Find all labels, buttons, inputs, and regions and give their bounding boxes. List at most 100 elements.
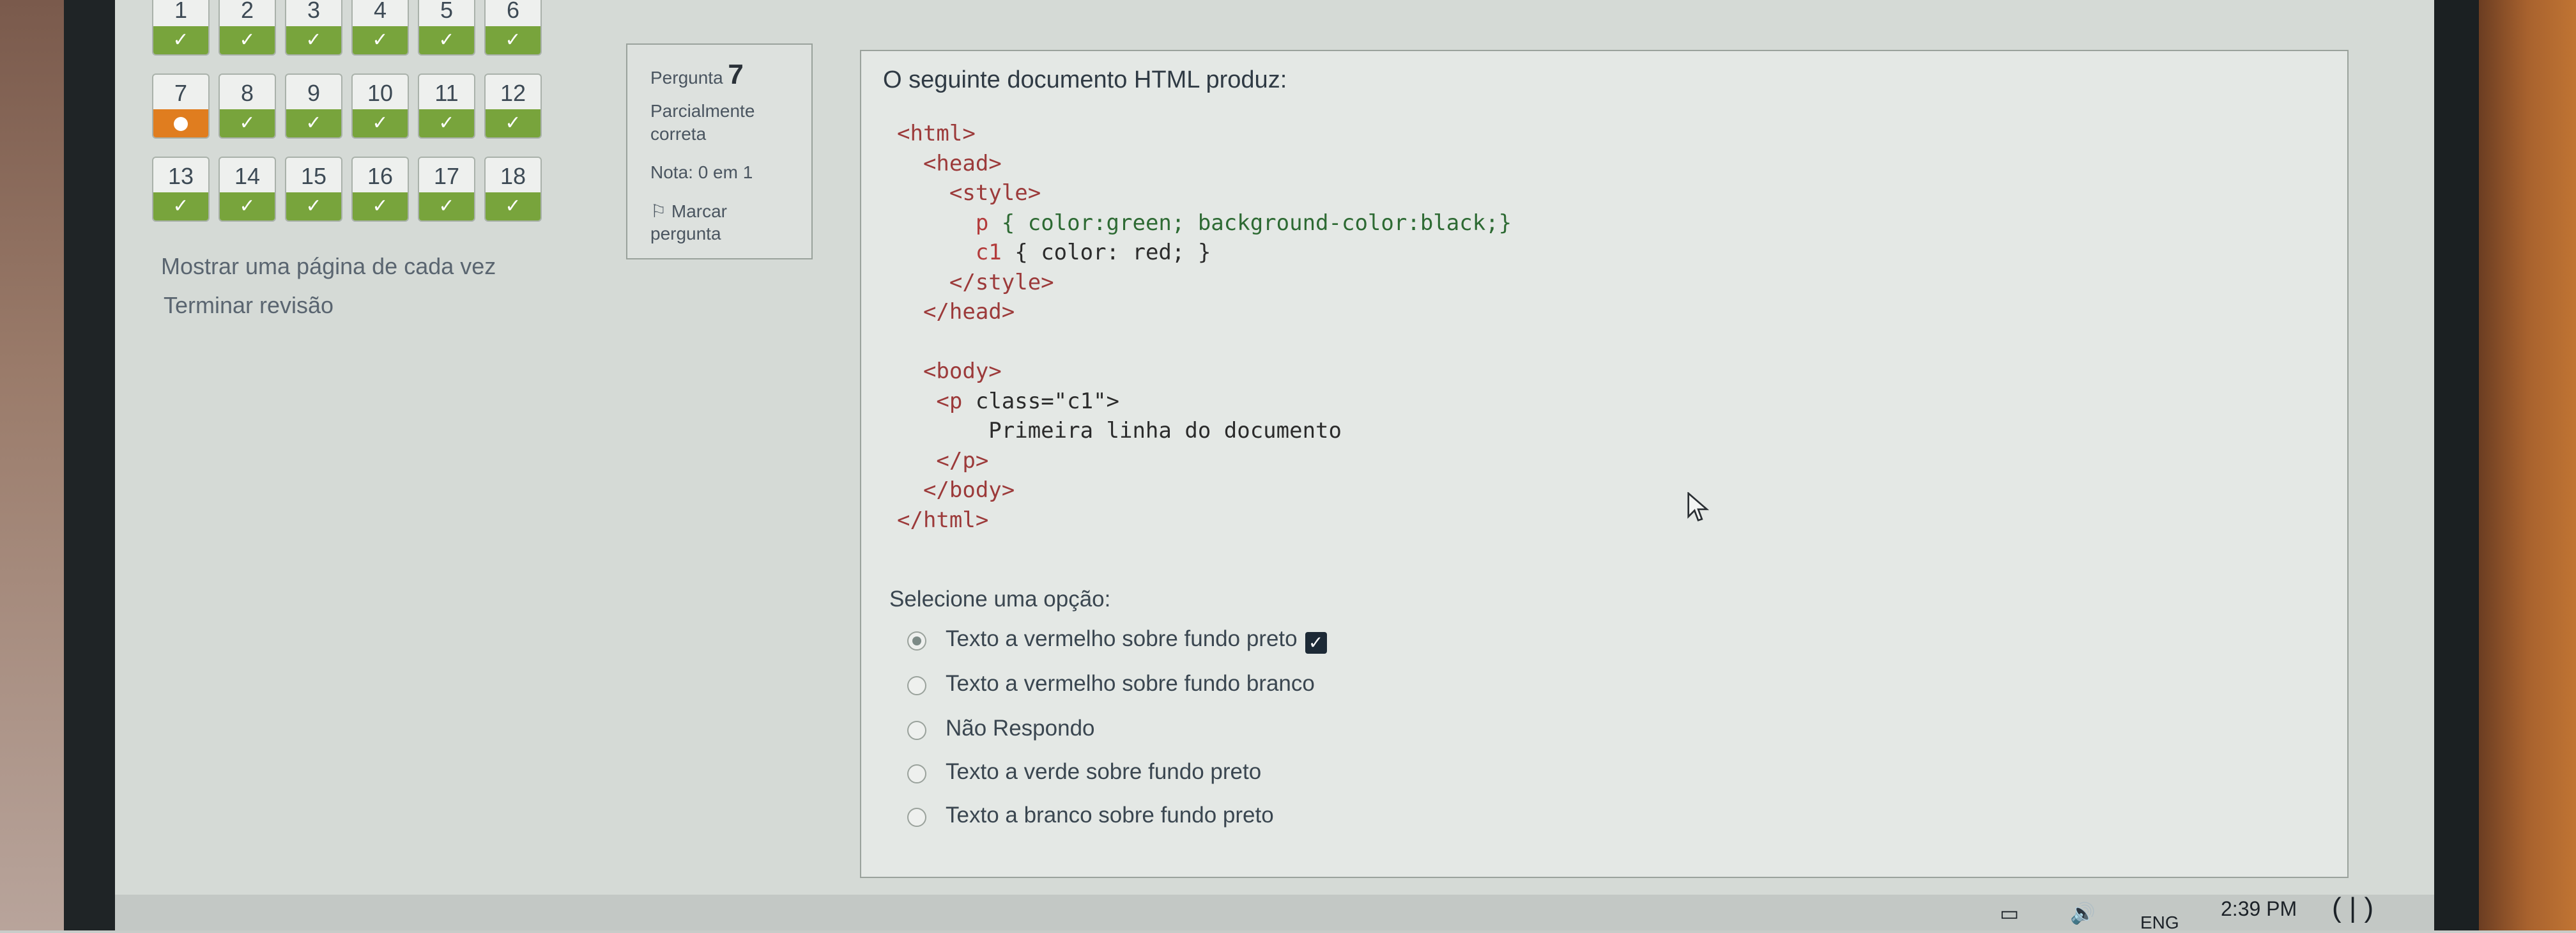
screen-bezel-right: [2434, 0, 2479, 930]
grade-text: Nota: 0 em 1: [650, 162, 753, 182]
question-number-label: 3: [307, 0, 321, 23]
question-number: 7: [728, 59, 744, 90]
quiz-nav-button-6[interactable]: 6 ✓: [484, 0, 542, 56]
question-number-label: 5: [440, 0, 454, 23]
checkmark-icon: ✓: [220, 192, 275, 220]
question-number-label: 2: [240, 0, 254, 23]
radio-button[interactable]: [907, 721, 926, 740]
status-line1: Parcialmente: [650, 101, 755, 121]
quiz-nav-button-4[interactable]: 4 ✓: [351, 0, 409, 56]
screen-bezel-left: [64, 0, 115, 930]
clock[interactable]: 2:39 PM: [2221, 897, 2297, 921]
flag-question-button[interactable]: ⚐ Marcar: [650, 201, 727, 222]
code-attr: class="c1">: [975, 388, 1120, 414]
finish-review-link[interactable]: Terminar revisão: [164, 292, 334, 319]
option-label: Texto a vermelho sobre fundo branco: [946, 671, 1315, 696]
show-one-page-link[interactable]: Mostrar uma página de cada vez: [161, 253, 496, 280]
options-title: Selecione uma opção:: [889, 587, 1111, 612]
status-line2: correta: [650, 124, 707, 144]
quiz-nav-button-12[interactable]: 12 ✓: [484, 73, 542, 139]
quiz-nav-button-1[interactable]: 1 ✓: [152, 0, 210, 56]
radio-button[interactable]: [907, 764, 926, 783]
checkmark-icon: ✓: [286, 109, 341, 137]
option-label: Não Respondo: [946, 716, 1095, 741]
radio-button[interactable]: [907, 676, 926, 695]
quiz-nav-button-2[interactable]: 2 ✓: [218, 0, 276, 56]
question-number-label: 17: [433, 163, 460, 189]
question-number-label: 1: [174, 0, 188, 23]
notification-icon[interactable]: ( | ): [2332, 892, 2373, 924]
question-number-label: 13: [167, 163, 194, 189]
code-text: Primeira linha do documento: [988, 418, 1342, 443]
background-desk-right: [2479, 0, 2576, 930]
question-number-label: 8: [240, 80, 254, 106]
question-prompt: O seguinte documento HTML produz:: [883, 66, 1287, 93]
quiz-nav-button-7[interactable]: 7: [152, 73, 210, 139]
question-number-label: 11: [434, 80, 459, 106]
checkmark-icon: ✓: [153, 26, 208, 54]
question-number-label: 18: [500, 163, 526, 189]
flag-label-line1: Marcar: [671, 201, 728, 221]
language-indicator[interactable]: ENG: [2140, 913, 2179, 933]
volume-icon[interactable]: 🔊: [2070, 901, 2096, 925]
checkmark-icon: ✓: [486, 26, 540, 54]
question-number-label: 15: [300, 163, 327, 189]
checkmark-icon: ✓: [286, 26, 341, 54]
battery-icon[interactable]: ▭: [2000, 901, 2019, 925]
option-label: Texto a vermelho sobre fundo preto: [946, 626, 1298, 651]
question-number-label: 14: [234, 163, 261, 189]
checkmark-icon: ✓: [220, 26, 275, 54]
code-line: </body>: [923, 477, 1015, 503]
checkmark-icon: ✓: [1305, 632, 1327, 654]
checkmark-icon: ✓: [419, 192, 474, 220]
code-rule: { color:green; background-color:black;}: [988, 210, 1512, 236]
code-line: <p: [936, 388, 976, 414]
quiz-nav-button-14[interactable]: 14 ✓: [218, 157, 276, 222]
checkmark-icon: ✓: [220, 109, 275, 137]
quiz-nav-button-18[interactable]: 18 ✓: [484, 157, 542, 222]
question-number-label: 16: [367, 163, 394, 189]
question-number-label: 4: [373, 0, 387, 23]
question-number-label: 10: [367, 80, 394, 106]
question-heading: Pergunta 7: [650, 59, 744, 91]
code-selector: c1: [975, 240, 1002, 265]
question-number-label: 9: [307, 80, 321, 106]
question-number-label: 6: [506, 0, 520, 23]
checkmark-icon: ✓: [353, 192, 408, 220]
quiz-nav-button-16[interactable]: 16 ✓: [351, 157, 409, 222]
question-number-label: 12: [500, 80, 526, 106]
code-line: <head>: [923, 150, 1002, 176]
quiz-nav-button-10[interactable]: 10 ✓: [351, 73, 409, 139]
quiz-nav-button-5[interactable]: 5 ✓: [418, 0, 475, 56]
question-info-box: Pergunta 7 Parcialmente correta Nota: 0 …: [626, 43, 813, 259]
question-label: Pergunta: [650, 68, 723, 88]
code-line: </html>: [897, 507, 989, 533]
code-line: <html>: [897, 121, 976, 146]
quiz-nav-button-13[interactable]: 13 ✓: [152, 157, 210, 222]
question-content: O seguinte documento HTML produz: <html>…: [860, 50, 2349, 878]
radio-button[interactable]: [907, 808, 926, 827]
quiz-nav-button-11[interactable]: 11 ✓: [418, 73, 475, 139]
code-line: <style>: [949, 180, 1041, 206]
code-rule: { color: red; }: [1001, 240, 1211, 265]
quiz-nav-button-3[interactable]: 3 ✓: [285, 0, 342, 56]
radio-button[interactable]: [907, 631, 926, 651]
checkmark-icon: ✓: [286, 192, 341, 220]
checkmark-icon: ✓: [419, 26, 474, 54]
option-label: Texto a branco sobre fundo preto: [946, 803, 1274, 828]
checkmark-icon: ✓: [353, 109, 408, 137]
quiz-nav-button-9[interactable]: 9 ✓: [285, 73, 342, 139]
mouse-cursor-icon: [1687, 492, 1710, 521]
quiz-nav-button-8[interactable]: 8 ✓: [218, 73, 276, 139]
quiz-nav-button-17[interactable]: 17 ✓: [418, 157, 475, 222]
option-label: Texto a verde sobre fundo preto: [946, 759, 1262, 784]
code-line: </head>: [923, 299, 1015, 325]
question-number-label: 7: [174, 80, 188, 106]
partial-status-icon: [153, 109, 208, 137]
code-selector: p: [975, 210, 989, 236]
checkmark-icon: ✓: [153, 192, 208, 220]
quiz-nav-button-15[interactable]: 15 ✓: [285, 157, 342, 222]
flag-label-line2[interactable]: pergunta: [650, 224, 721, 244]
checkmark-icon: ✓: [486, 192, 540, 220]
flag-icon: ⚐: [650, 201, 667, 221]
